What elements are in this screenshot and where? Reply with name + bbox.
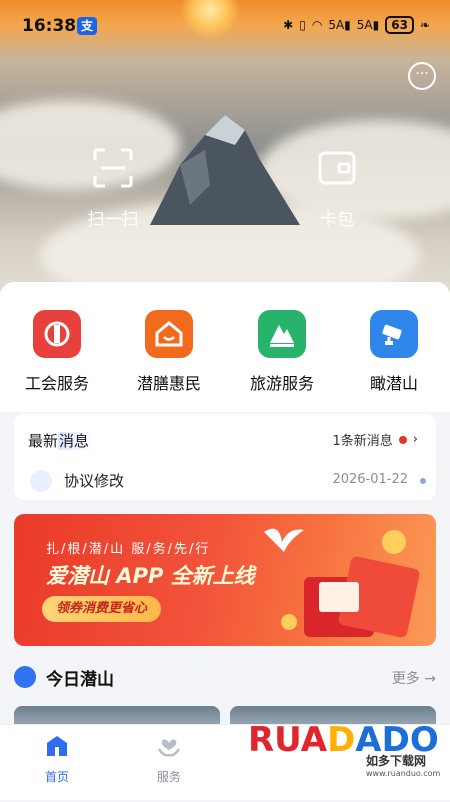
- tab-home[interactable]: 首页: [12, 733, 102, 785]
- mountain-icon: [258, 310, 306, 358]
- banner-slogan: 扎/根/潜/山 服/务/先/行: [46, 542, 211, 557]
- today-section-header: 今日潜山 更多 →: [14, 660, 436, 694]
- wallet-button[interactable]: 卡包: [297, 148, 377, 230]
- today-title: 今日潜山: [46, 670, 114, 690]
- service-label: 旅游服务: [249, 374, 314, 393]
- document-icon: [30, 470, 52, 492]
- home-icon: [47, 736, 67, 756]
- wallet-label: 卡包: [320, 210, 354, 230]
- hero-banner: 16:38 支 ✱ ▯ ◠ 5A▮ 5A▮ 63 ❧ ··· 扫一扫 卡包: [0, 0, 450, 300]
- service-label: 瞰潜山: [369, 374, 418, 393]
- heart-hands-icon: [157, 739, 181, 757]
- status-bar: 16:38 支 ✱ ▯ ◠ 5A▮ 5A▮ 63 ❧: [0, 0, 450, 52]
- news-item-date: 2026-01-22: [332, 472, 408, 487]
- promo-banner[interactable]: 扎/根/潜/山 服/务/先/行 爱潜山 APP 全新上线 领券消费更省心: [14, 514, 436, 646]
- service-union[interactable]: 工会服务: [1, 310, 113, 394]
- status-time: 16:38: [22, 16, 77, 36]
- scan-label: 扫一扫: [87, 210, 139, 230]
- today-thumbnail[interactable]: [14, 706, 220, 726]
- bluetooth-icon: ✱: [283, 18, 294, 32]
- service-camera[interactable]: 瞰潜山: [338, 310, 450, 394]
- indicator-dot: [420, 478, 426, 484]
- wallet-icon: [318, 151, 356, 185]
- service-tourism[interactable]: 旅游服务: [226, 310, 338, 394]
- chat-bubble-icon[interactable]: ···: [408, 62, 436, 90]
- unread-dot: [398, 435, 407, 444]
- mountain-peak-image: [150, 115, 300, 225]
- news-item[interactable]: 协议修改 2026-01-22: [30, 468, 426, 492]
- leaf-icon: ❧: [419, 18, 430, 32]
- service-label: 工会服务: [24, 374, 89, 393]
- news-count[interactable]: 1条新消息 ›: [333, 430, 418, 449]
- signal-icon: 5A▮: [328, 18, 351, 32]
- battery-icon: 63: [385, 16, 414, 34]
- wifi-icon: ◠: [311, 18, 323, 32]
- watermark-url: www.ruanduo.com: [366, 769, 441, 778]
- status-indicators: ✱ ▯ ◠ 5A▮ 5A▮ 63 ❧: [283, 16, 430, 34]
- chevron-right-icon: ›: [412, 432, 418, 447]
- banner-pill: 领券消费更省心: [42, 596, 162, 622]
- vibrate-icon: ▯: [299, 18, 306, 32]
- news-title: 最新消息: [28, 430, 96, 451]
- more-link[interactable]: 更多 →: [392, 668, 436, 688]
- tab-label: 首页: [44, 770, 69, 784]
- camera-icon: [370, 310, 418, 358]
- watermark-logo: RUADADO 如多下载网 www.ruanduo.com: [248, 720, 444, 786]
- quick-services: 工会服务 潜膳惠民 旅游服务 瞰潜山: [0, 282, 450, 412]
- service-label: 潜膳惠民: [136, 374, 201, 393]
- news-item-text: 协议修改: [64, 472, 125, 490]
- news-card[interactable]: 最新消息 1条新消息 › 协议修改 2026-01-22: [14, 414, 436, 500]
- union-badge-icon: [33, 310, 81, 358]
- signal-icon: 5A▮: [356, 18, 380, 32]
- tab-services[interactable]: 服务: [124, 733, 214, 785]
- tab-label: 服务: [156, 770, 181, 784]
- scan-icon: [93, 148, 133, 188]
- messenger-icon: [14, 666, 36, 688]
- banner-headline: 爱潜山 APP 全新上线: [46, 564, 255, 588]
- house-smile-icon: [145, 310, 193, 358]
- red-envelope-illustration: [264, 528, 420, 638]
- scan-button[interactable]: 扫一扫: [73, 148, 153, 230]
- service-food[interactable]: 潜膳惠民: [113, 310, 225, 394]
- app-badge-icon: 支: [77, 17, 97, 35]
